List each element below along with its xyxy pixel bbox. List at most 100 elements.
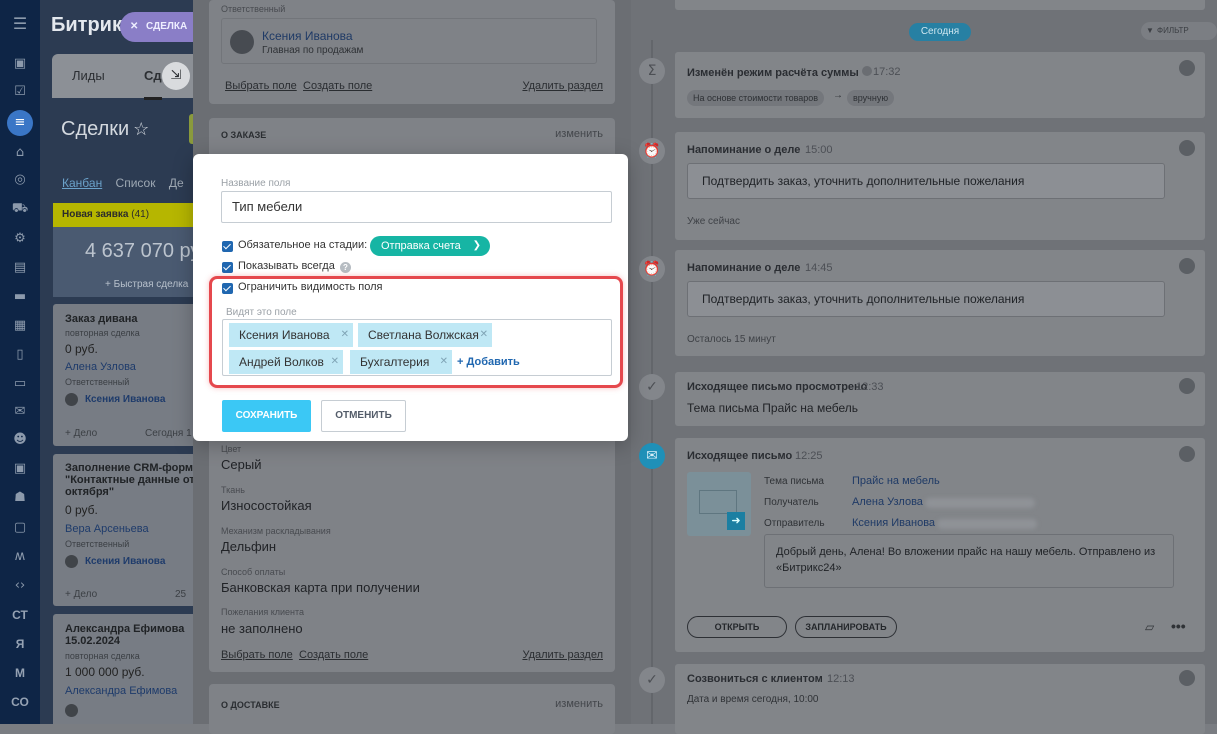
create-field-link[interactable]: Создать поле — [299, 649, 368, 661]
deal-card[interactable]: Александра Ефимова 15.02.2024 повторная … — [53, 614, 210, 724]
access-tag[interactable]: Светлана Волжская ✕ — [358, 323, 492, 347]
tasks-icon[interactable]: ☑ — [0, 84, 40, 99]
contact-card-icon[interactable]: ▣ — [0, 461, 40, 476]
rail-label-st[interactable]: СТ — [0, 608, 40, 622]
help-icon[interactable]: ? — [340, 262, 351, 273]
market-icon[interactable]: ʍ — [0, 549, 40, 564]
document-icon[interactable]: ▤ — [0, 260, 40, 275]
remove-icon[interactable]: ✕ — [440, 350, 448, 374]
select-field-link[interactable]: Выбрать поле — [225, 80, 297, 92]
save-button[interactable]: СОХРАНИТЬ — [222, 400, 311, 432]
rail-label-m[interactable]: М — [0, 666, 40, 680]
deal-title[interactable]: Заполнение CRM-формы "Контактные данные … — [65, 462, 210, 498]
responsible-name[interactable]: Ксения Иванова — [262, 29, 353, 43]
help-icon[interactable] — [861, 66, 872, 76]
view-list[interactable]: Список — [116, 176, 156, 190]
change-link[interactable]: изменить — [555, 128, 603, 140]
quick-deal-button[interactable]: + Быстрая сделка — [105, 279, 188, 290]
chat-icon[interactable]: ▬ — [0, 289, 40, 304]
column-title: Новая заявка — [62, 209, 129, 220]
required-checkbox[interactable] — [222, 241, 233, 252]
group-icon[interactable]: ☻ — [0, 432, 40, 447]
rail-label-ya[interactable]: Я — [0, 637, 40, 651]
show-always-checkbox[interactable] — [222, 262, 233, 273]
deal-sum: 0 руб. — [65, 342, 98, 356]
storage-icon[interactable]: ▭ — [0, 376, 40, 391]
restrict-visibility-checkbox[interactable] — [222, 283, 233, 294]
blurred-email — [937, 519, 1037, 529]
more-icon[interactable]: ••• — [1171, 618, 1186, 634]
deal-card[interactable]: Заполнение CRM-формы "Контактные данные … — [53, 454, 210, 606]
add-access-link[interactable]: + Добавить — [457, 356, 520, 368]
subject-link[interactable]: Прайс на мебель — [852, 475, 940, 487]
add-activity[interactable]: + Дело — [65, 428, 97, 439]
close-icon[interactable]: ✕ — [130, 12, 138, 42]
collapse-icon[interactable]: ⇲ — [162, 62, 190, 90]
field-label: Механизм раскладывания — [221, 526, 331, 536]
tab-deals[interactable]: Сд — [144, 68, 162, 100]
target-icon[interactable]: ◎ — [0, 172, 40, 187]
timeline-item-title: Созвониться с клиентом — [687, 673, 823, 685]
deal-resp[interactable]: Ксения Иванова — [85, 556, 165, 567]
filter-label: ФИЛЬТР — [1157, 26, 1189, 35]
access-tag-label: Ксения Иванова — [239, 328, 330, 342]
crm-icon[interactable]: ≡ — [7, 110, 33, 136]
box-icon[interactable]: ▢ — [0, 520, 40, 535]
avatar — [230, 30, 254, 54]
menu-icon[interactable]: ☰ — [0, 14, 40, 33]
access-selector[interactable]: Ксения Иванова ✕ Светлана Волжская ✕ Анд… — [222, 319, 612, 376]
stage-select[interactable]: Отправка счета ❯ — [370, 236, 490, 256]
deal-contact[interactable]: Вера Арсеньева — [65, 523, 149, 535]
select-field-link[interactable]: Выбрать поле — [221, 649, 293, 661]
filter-button[interactable]: ▼ ФИЛЬТР — [1141, 22, 1217, 40]
delivery-section-title: О ДОСТАВКЕ — [221, 700, 280, 710]
code-icon[interactable]: ‹› — [0, 578, 40, 593]
access-tag[interactable]: Бухгалтерия ✕ — [350, 350, 452, 374]
sender-link[interactable]: Ксения Иванова — [852, 517, 935, 529]
timeline-panel: Сегодня ▼ ФИЛЬТР Σ Изменён режим расчёта… — [631, 0, 1217, 734]
plan-button[interactable]: ЗАПЛАНИРОВАТЬ — [795, 616, 897, 638]
recipient-link[interactable]: Алена Узлова — [852, 496, 923, 508]
change-link[interactable]: изменить — [555, 698, 603, 710]
star-icon[interactable]: ☆ — [133, 119, 149, 139]
file-icon[interactable]: ▯ — [0, 347, 40, 362]
deal-resp[interactable]: Ксения Иванова — [85, 394, 165, 405]
check-icon: ✓ — [639, 667, 665, 693]
open-button[interactable]: ОТКРЫТЬ — [687, 616, 787, 638]
remove-icon[interactable]: ✕ — [331, 350, 339, 374]
deal-card[interactable]: Заказ дивана повторная сделка 0 руб. Але… — [53, 304, 210, 446]
mail-icon[interactable]: ✉ — [0, 404, 40, 419]
deal-title[interactable]: Александра Ефимова 15.02.2024 — [65, 623, 205, 647]
calendar-icon[interactable]: ▦ — [0, 318, 40, 333]
cancel-button[interactable]: ОТМЕНИТЬ — [321, 400, 406, 432]
view-other[interactable]: Де — [169, 176, 184, 190]
access-tag[interactable]: Ксения Иванова ✕ — [229, 323, 353, 347]
email-envelope-icon: ➜ — [687, 472, 751, 536]
rail-label-so[interactable]: СО — [0, 695, 40, 709]
responsible-box[interactable]: Ксения Иванова Главная по продажам — [221, 18, 597, 64]
remove-icon[interactable]: ✕ — [341, 323, 349, 347]
tab-leads[interactable]: Лиды — [72, 68, 105, 83]
deal-contact[interactable]: Алена Узлова — [65, 361, 136, 373]
automation-icon[interactable]: ⚙ — [0, 231, 40, 246]
field-name-input[interactable]: Тип мебели — [221, 191, 612, 223]
field-label: Пожелания клиента — [221, 607, 305, 617]
remove-icon[interactable]: ✕ — [480, 323, 488, 347]
add-activity[interactable]: + Дело — [65, 589, 97, 600]
access-tag[interactable]: Андрей Волков ✕ — [229, 350, 343, 374]
robot-icon[interactable]: ☗ — [0, 490, 40, 505]
avatar — [65, 393, 78, 406]
bank-icon[interactable]: ⌂ — [0, 145, 40, 160]
cart-icon[interactable]: ⛟ — [0, 201, 40, 218]
delete-section-link[interactable]: Удалить раздел — [522, 649, 603, 661]
create-field-link[interactable]: Создать поле — [303, 80, 372, 92]
home-icon[interactable]: ▣ — [0, 56, 40, 71]
blurred-email — [925, 498, 1035, 508]
page-title: Сделки ☆ — [61, 118, 149, 141]
deal-contact[interactable]: Александра Ефимова — [65, 685, 177, 697]
timeline-time: 15:00 — [805, 144, 833, 156]
deal-title[interactable]: Заказ дивана — [65, 313, 138, 325]
delete-section-link[interactable]: Удалить раздел — [522, 80, 603, 92]
comment-icon[interactable]: ▱ — [1145, 620, 1154, 634]
view-kanban[interactable]: Канбан — [62, 176, 102, 190]
